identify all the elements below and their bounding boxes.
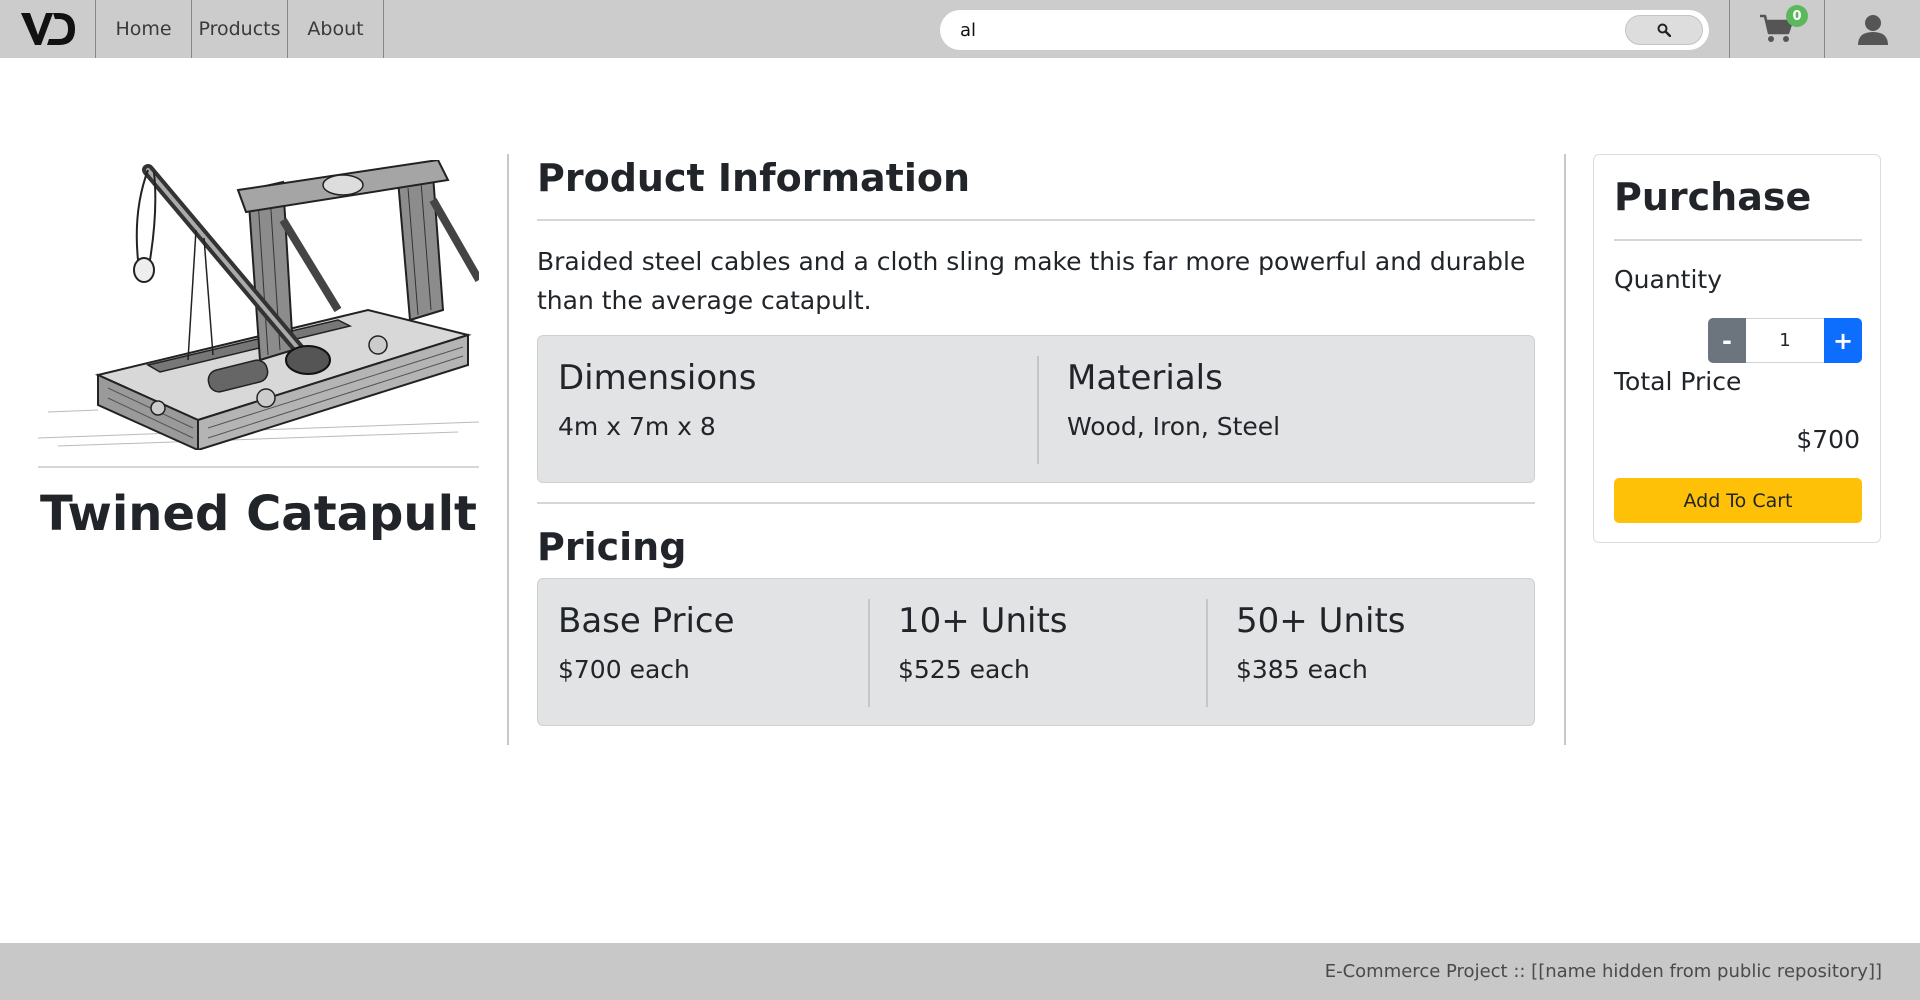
user-account-button[interactable]	[1825, 0, 1920, 58]
image-divider	[38, 466, 479, 468]
quantity-label: Quantity	[1614, 265, 1723, 294]
product-title: Twined Catapult	[40, 486, 477, 542]
price-tier-label: Base Price	[558, 601, 735, 641]
product-description: Braided steel cables and a cloth sling m…	[537, 247, 1526, 315]
product-information-heading: Product Information	[537, 156, 971, 200]
nav-home[interactable]: Home	[96, 0, 192, 58]
decrease-quantity-button[interactable]: -	[1708, 318, 1746, 363]
spec-label: Dimensions	[558, 358, 757, 398]
quantity-input[interactable]	[1746, 318, 1824, 363]
search-input[interactable]	[960, 10, 1560, 50]
cart-count-badge: 0	[1786, 5, 1808, 27]
pricing-heading: Pricing	[537, 525, 687, 569]
price-separator	[1206, 599, 1208, 707]
spec-materials: Materials Wood, Iron, Steel	[1047, 336, 1536, 482]
price-separator	[868, 599, 870, 707]
price-tier-10: 10+ Units $525 each	[878, 579, 1206, 725]
search-icon	[1657, 23, 1671, 37]
spec-value: Wood, Iron, Steel	[1067, 412, 1281, 441]
price-tier-label: 10+ Units	[898, 601, 1068, 641]
purchase-heading: Purchase	[1614, 175, 1812, 219]
spec-label: Materials	[1067, 358, 1223, 398]
price-tier-value: $385 each	[1236, 655, 1368, 684]
total-price-label: Total Price	[1614, 367, 1742, 396]
price-tier-label: 50+ Units	[1236, 601, 1406, 641]
product-image	[37, 158, 483, 452]
cart-button[interactable]: 0	[1729, 0, 1825, 58]
add-to-cart-button[interactable]: Add To Cart	[1614, 478, 1862, 523]
specs-panel: Dimensions 4m x 7m x 8 Materials Wood, I…	[537, 335, 1535, 483]
price-tier-50: 50+ Units $385 each	[1216, 579, 1536, 725]
spec-separator	[1037, 356, 1039, 464]
footer-text: E-Commerce Project :: [[name hidden from…	[1324, 961, 1882, 982]
price-tier-value: $700 each	[558, 655, 690, 684]
column-divider-right	[1564, 154, 1566, 745]
user-icon	[1857, 15, 1888, 45]
purchase-card: Purchase Quantity - + Total Price $700 A…	[1593, 154, 1881, 543]
total-price-value: $700	[1796, 425, 1860, 454]
column-divider-left	[507, 154, 509, 745]
top-navbar: Home Products About 0	[0, 0, 1920, 58]
logo-mark	[20, 13, 75, 45]
spec-dimensions: Dimensions 4m x 7m x 8	[538, 336, 1037, 482]
quantity-stepper: - +	[1708, 318, 1862, 363]
search-button[interactable]	[1625, 15, 1703, 45]
pricing-panel: Base Price $700 each 10+ Units $525 each…	[537, 578, 1535, 726]
price-tier-base: Base Price $700 each	[538, 579, 868, 725]
spec-value: 4m x 7m x 8	[558, 412, 716, 441]
search-bar	[940, 10, 1709, 50]
logo[interactable]	[0, 0, 96, 58]
footer: E-Commerce Project :: [[name hidden from…	[0, 943, 1920, 1000]
nav-products[interactable]: Products	[192, 0, 288, 58]
section-divider	[537, 502, 1535, 504]
purchase-divider	[1614, 239, 1862, 241]
catapult-illustration	[37, 158, 483, 452]
price-tier-value: $525 each	[898, 655, 1030, 684]
nav-about[interactable]: About	[288, 0, 384, 58]
increase-quantity-button[interactable]: +	[1824, 318, 1862, 363]
section-divider	[537, 219, 1535, 221]
